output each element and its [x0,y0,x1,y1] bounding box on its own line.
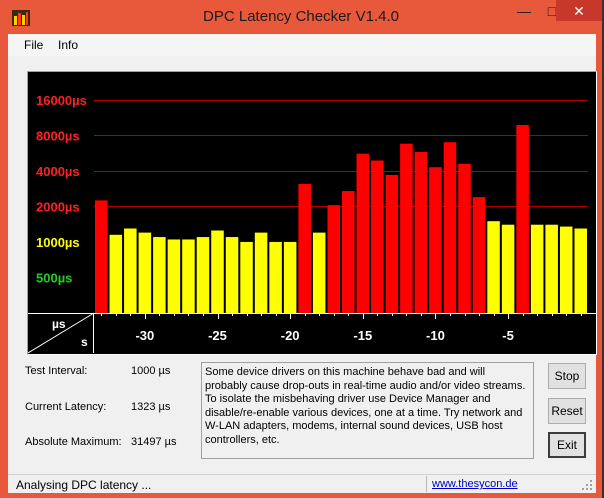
y-tick-label: 1000µs [36,235,80,250]
chart-bar [269,241,282,313]
status-message: Some device drivers on this machine beha… [201,362,534,459]
exit-button[interactable]: Exit [548,432,586,458]
chart-bar [414,151,428,313]
chart-bar [472,197,486,313]
x-tick-label: -20 [281,328,300,343]
y-tick-label: 16000µs [36,93,87,108]
chart-bar [501,224,515,313]
current-latency-label: Current Latency: [25,401,107,413]
stop-button[interactable]: Stop [548,363,586,389]
chart-bar [153,237,166,313]
absolute-maximum-label: Absolute Maximum: [25,436,122,448]
chart-bar [182,239,195,313]
chart-bar [371,160,384,313]
chart-bar [545,224,558,313]
chart-bar [385,174,399,313]
chart-bar [356,153,370,313]
x-tick-label: -5 [502,328,514,343]
chart-bar [429,167,442,313]
latency-chart-frame: 500µs 1000µs 2000µs 4000µs 8000µs 16000µs µs s -… [27,71,597,355]
y-tick-label: 4000µs [36,164,80,179]
y-tick-label: 2000µs [36,199,80,214]
chart-bar [443,142,457,313]
x-tick-label: -10 [426,328,445,343]
y-tick-label: 500µs [36,270,72,285]
menu-file[interactable]: File [24,38,43,52]
chart-bar [400,143,413,313]
chart-bar [312,232,326,313]
menu-info[interactable]: Info [58,38,78,52]
resize-grip-icon[interactable] [574,477,594,492]
chart-bar [283,241,297,313]
app-window: DPC Latency Checker V1.4.0 — □ ✕ File In… [0,0,602,498]
chart-bar [327,205,340,313]
chart-bar [95,200,108,313]
chart-bar [458,163,471,313]
client-area: File Info 500µs 1000µs 2000µs 4000µs 8000µs 1… [8,34,597,493]
chart-bar [298,183,311,313]
chart-bar [109,234,123,313]
chart-bar [240,241,253,313]
y-unit-label: µs [52,317,66,331]
test-interval-value: 1000 µs [131,365,171,377]
test-interval-label: Test Interval: [25,365,88,377]
current-latency-value: 1323 µs [131,401,171,413]
menu-bar: File Info [8,34,596,56]
y-tick-label: 8000µs [36,128,80,143]
chart-bar [342,191,355,313]
chart-bar [530,224,544,313]
minimize-button[interactable]: — [510,0,538,22]
chart-bar [516,124,529,313]
x-tick-label: -25 [208,328,227,343]
chart-bar [211,230,224,313]
x-tick-label: -30 [135,328,154,343]
chart-bar [254,232,268,313]
latency-chart: 500µs 1000µs 2000µs 4000µs 8000µs 16000µs µs s -… [27,93,596,354]
absolute-maximum-value: 31497 µs [131,436,177,448]
website-link[interactable]: www.thesycon.de [432,478,518,490]
chart-bar [167,239,181,313]
chart-bar [138,232,152,313]
chart-bar [225,237,239,313]
status-bar: Analysing DPC latency ... www.thesycon.d… [8,474,596,493]
status-text: Analysing DPC latency ... [16,478,152,492]
x-unit-label: s [81,335,88,349]
chart-bar [559,226,573,313]
chart-bar [574,228,587,313]
title-bar[interactable]: DPC Latency Checker V1.4.0 — □ ✕ [0,0,602,34]
chart-bar [124,228,137,313]
chart-bar [487,221,500,313]
close-button[interactable]: ✕ [556,0,602,21]
chart-bar [196,237,210,313]
reset-button[interactable]: Reset [548,398,586,424]
x-tick-label: -15 [353,328,372,343]
status-separator [426,476,427,492]
